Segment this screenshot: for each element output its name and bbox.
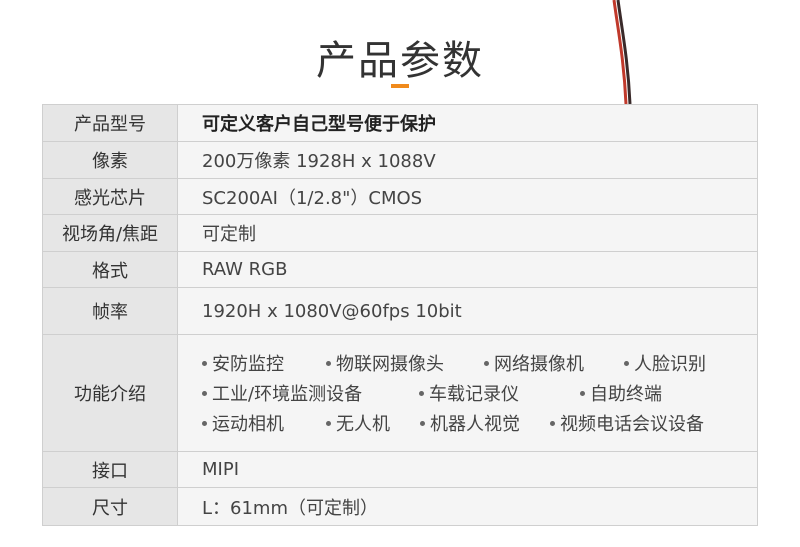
- title-accent-bar: [391, 84, 409, 88]
- bullet-icon: [550, 420, 555, 426]
- bullet-icon: [624, 360, 629, 366]
- bullet-icon: [326, 360, 331, 366]
- feature-item: 机器人视觉: [420, 410, 550, 436]
- feature-item: 无人机: [326, 410, 420, 436]
- row-label: 功能介绍: [42, 334, 178, 452]
- feature-item: 人脸识别: [624, 350, 706, 376]
- spec-row-sensor: 感光芯片 SC200AI（1/2.8"）CMOS: [42, 178, 758, 215]
- features-line: 安防监控 物联网摄像头 网络摄像机 人脸识别: [202, 348, 757, 378]
- spec-row-format: 格式 RAW RGB: [42, 251, 758, 288]
- feature-label: 安防监控: [212, 354, 284, 375]
- feature-item: 安防监控: [202, 350, 326, 376]
- row-label: 像素: [42, 141, 178, 179]
- features-line: 工业/环境监测设备 车载记录仪 自助终端: [202, 378, 757, 408]
- feature-label: 无人机: [336, 414, 390, 435]
- row-label: 感光芯片: [42, 178, 178, 215]
- row-label: 产品型号: [42, 104, 178, 142]
- row-label: 视场角/焦距: [42, 214, 178, 252]
- spec-table: 产品型号 可定义客户自己型号便于保护 像素 200万像素 1928H x 108…: [42, 104, 758, 526]
- row-value: 1920H x 1080V@60fps 10bit: [177, 287, 758, 335]
- feature-item: 网络摄像机: [484, 350, 624, 376]
- row-value: MIPI: [177, 451, 758, 488]
- spec-row-size: 尺寸 L：61mm（可定制）: [42, 487, 758, 526]
- bullet-icon: [202, 390, 207, 396]
- features-list: 安防监控 物联网摄像头 网络摄像机 人脸识别 工业/环境监测设备 车载记录仪 自…: [177, 334, 758, 452]
- row-label: 接口: [42, 451, 178, 488]
- cable-image: [612, 0, 632, 105]
- feature-label: 物联网摄像头: [336, 354, 444, 375]
- feature-label: 网络摄像机: [494, 354, 584, 375]
- feature-label: 自助终端: [590, 384, 662, 405]
- feature-label: 工业/环境监测设备: [212, 384, 363, 405]
- bullet-icon: [580, 390, 585, 396]
- page-title: 产品参数: [316, 38, 484, 84]
- feature-label: 人脸识别: [634, 354, 706, 375]
- spec-row-pixels: 像素 200万像素 1928H x 1088V: [42, 141, 758, 179]
- spec-row-fov: 视场角/焦距 可定制: [42, 214, 758, 252]
- row-value: 可定制: [177, 214, 758, 252]
- feature-label: 运动相机: [212, 414, 284, 435]
- bullet-icon: [420, 420, 425, 426]
- features-line: 运动相机 无人机 机器人视觉 视频电话会议设备: [202, 408, 757, 438]
- bullet-icon: [202, 360, 207, 366]
- row-value: L：61mm（可定制）: [177, 487, 758, 526]
- row-label: 帧率: [42, 287, 178, 335]
- feature-item: 车载记录仪: [419, 380, 580, 406]
- feature-label: 机器人视觉: [430, 414, 520, 435]
- row-value: RAW RGB: [177, 251, 758, 288]
- bullet-icon: [326, 420, 331, 426]
- spec-row-interface: 接口 MIPI: [42, 451, 758, 488]
- spec-row-features: 功能介绍 安防监控 物联网摄像头 网络摄像机 人脸识别 工业/环境监测设备 车载…: [42, 334, 758, 452]
- row-label: 尺寸: [42, 487, 178, 526]
- feature-item: 自助终端: [580, 380, 662, 406]
- spec-row-model: 产品型号 可定义客户自己型号便于保护: [42, 104, 758, 142]
- spec-row-framerate: 帧率 1920H x 1080V@60fps 10bit: [42, 287, 758, 335]
- feature-label: 车载记录仪: [429, 384, 519, 405]
- bullet-icon: [202, 420, 207, 426]
- bullet-icon: [484, 360, 489, 366]
- feature-item: 工业/环境监测设备: [202, 380, 419, 406]
- feature-item: 物联网摄像头: [326, 350, 484, 376]
- bullet-icon: [419, 390, 424, 396]
- row-value: 200万像素 1928H x 1088V: [177, 141, 758, 179]
- feature-item: 运动相机: [202, 410, 326, 436]
- row-value: SC200AI（1/2.8"）CMOS: [177, 178, 758, 215]
- feature-label: 视频电话会议设备: [560, 414, 704, 435]
- row-label: 格式: [42, 251, 178, 288]
- feature-item: 视频电话会议设备: [550, 410, 704, 436]
- row-value: 可定义客户自己型号便于保护: [177, 104, 758, 142]
